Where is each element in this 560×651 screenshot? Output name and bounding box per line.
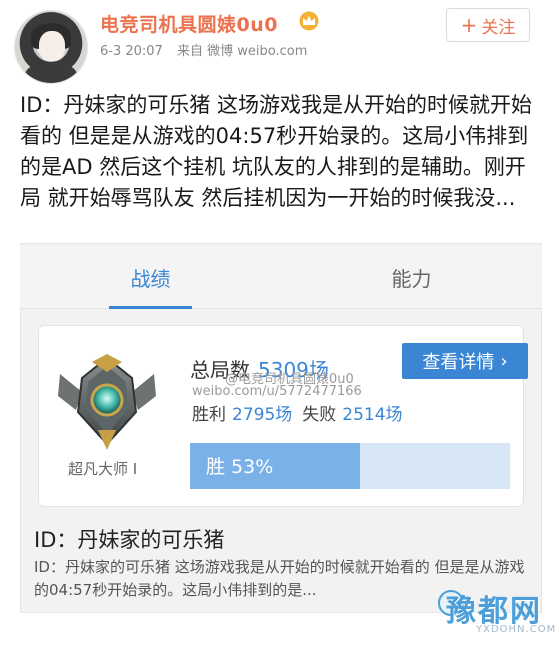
win-label: 胜利 [192, 405, 226, 425]
username[interactable]: 电竞司机具圆婊0u0 [100, 10, 278, 37]
avatar-face [39, 31, 65, 61]
tab-record[interactable]: 战绩 [20, 246, 281, 309]
post-source[interactable]: 来自 微博 weibo.com [177, 44, 307, 59]
win-rate-label: 胜 53% [206, 456, 274, 478]
post-text: ID：丹妹家的可乐猪 这场游戏我是从开始的时候就开始看的 但是是从游戏的04:5… [20, 93, 533, 210]
site-watermark: 豫都网 YXDOHN.COM [438, 586, 557, 646]
view-details-button[interactable]: 查看详情 › [402, 343, 528, 379]
follow-button[interactable]: + 关注 [446, 8, 530, 42]
rank-label: 超凡大师 I [68, 460, 138, 478]
loss-label: 失败 [302, 405, 337, 425]
post-date: 6-3 20:07 [100, 44, 163, 59]
avatar-body [25, 63, 77, 83]
plus-icon: + [460, 13, 478, 37]
win-loss-row: 胜利 2795场 失败 2514场 [192, 400, 413, 425]
avatar[interactable] [14, 10, 88, 84]
post-meta: 6-3 20:07 来自 微博 weibo.com [100, 40, 317, 59]
rank-emblem-icon [58, 354, 156, 450]
tab-ability[interactable]: 能力 [281, 246, 542, 308]
card-tabs: 战绩 能力 [20, 246, 542, 309]
site-watermark-en: YXDOHN.COM [476, 624, 557, 635]
card-title: ID：丹妹家的可乐猪 [34, 528, 225, 552]
crown-icon [299, 11, 319, 31]
loss-value: 2514场 [342, 405, 403, 425]
follow-label: 关注 [481, 17, 516, 38]
chevron-right-icon: › [500, 350, 508, 372]
weibo-watermark-url: weibo.com/u/5772477166 [192, 384, 362, 399]
win-value: 2795场 [232, 405, 293, 425]
view-details-label: 查看详情 [422, 352, 495, 373]
